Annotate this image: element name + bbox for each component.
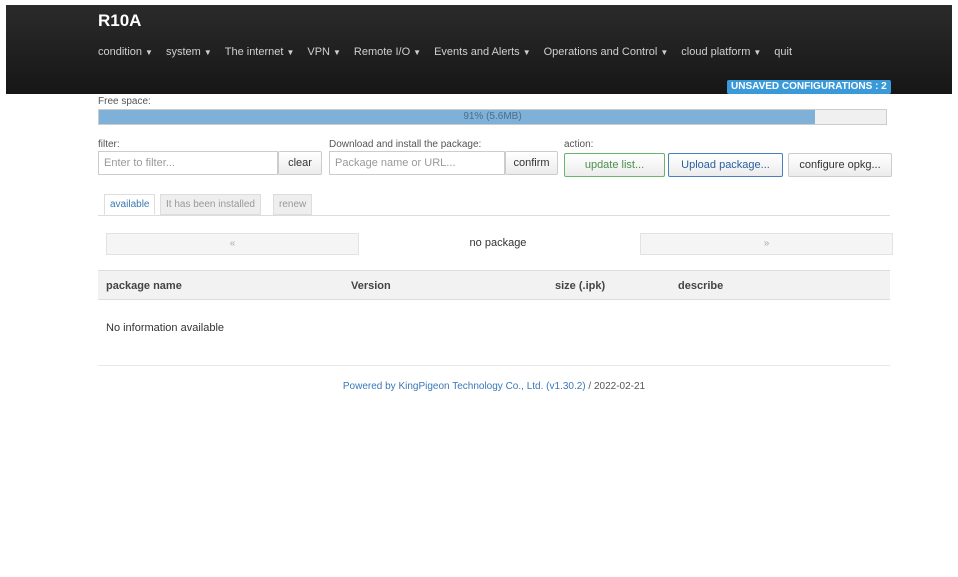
tab-installed[interactable]: It has been installed: [160, 194, 261, 215]
footer-powered-by-link[interactable]: Powered by KingPigeon Technology Co., Lt…: [343, 381, 586, 392]
tab-available[interactable]: available: [104, 194, 156, 215]
caret-down-icon: ▼: [522, 48, 531, 57]
footer-date: / 2022-02-21: [585, 381, 646, 392]
menu-item-condition[interactable]: condition ▼: [98, 46, 153, 58]
caret-down-icon: ▼: [660, 48, 669, 57]
menu-item-quit[interactable]: quit: [774, 46, 792, 58]
menu-item-events-alerts[interactable]: Events and Alerts ▼: [434, 46, 531, 58]
upload-package-button[interactable]: Upload package...: [668, 153, 783, 177]
install-package-label: Download and install the package:: [329, 139, 482, 150]
tab-renew[interactable]: renew: [273, 194, 313, 215]
update-list-button[interactable]: update list...: [564, 153, 665, 177]
pager-status: no package: [469, 237, 527, 249]
menu-item-system[interactable]: system ▼: [166, 46, 212, 58]
caret-down-icon: ▼: [753, 48, 762, 57]
confirm-install-button[interactable]: confirm: [505, 151, 558, 175]
filter-label: filter:: [98, 139, 120, 150]
free-space-progress-text: 91% (5.6MB): [463, 111, 522, 122]
package-url-input[interactable]: [329, 151, 505, 175]
package-table-header: package name Version size (.ipk) describ…: [98, 270, 890, 300]
menu-item-cloud-platform[interactable]: cloud platform ▼: [681, 46, 761, 58]
free-space-label: Free space:: [98, 96, 151, 107]
menu-item-remote-io[interactable]: Remote I/O ▼: [354, 46, 421, 58]
main-menu: condition ▼ system ▼ The internet ▼ VPN ▼ Re…: [98, 46, 805, 58]
pager-prev-button[interactable]: «: [106, 233, 359, 255]
filter-input[interactable]: [98, 151, 278, 175]
action-label: action:: [564, 139, 594, 150]
menu-item-vpn[interactable]: VPN ▼: [307, 46, 341, 58]
column-header-version: Version: [351, 280, 391, 292]
menu-item-internet[interactable]: The internet ▼: [225, 46, 295, 58]
free-space-progress: 91% (5.6MB): [98, 109, 887, 125]
clear-filter-button[interactable]: clear: [278, 151, 322, 175]
content-divider: [98, 365, 890, 366]
unsaved-configurations-badge[interactable]: UNSAVED CONFIGURATIONS : 2: [727, 80, 891, 94]
brand-title[interactable]: R10A: [98, 11, 141, 31]
column-header-size: size (.ipk): [555, 280, 606, 292]
column-header-describe: describe: [678, 280, 724, 292]
menu-item-operations-control[interactable]: Operations and Control ▼: [544, 46, 669, 58]
caret-down-icon: ▼: [332, 48, 341, 57]
pager-next-button[interactable]: »: [640, 233, 893, 255]
table-empty-message: No information available: [106, 322, 225, 334]
caret-down-icon: ▼: [286, 48, 295, 57]
caret-down-icon: ▼: [203, 48, 212, 57]
configure-opkg-button[interactable]: configure opkg...: [788, 153, 892, 177]
column-header-package-name: package name: [106, 280, 182, 292]
package-tabs: available It has been installed renew: [98, 194, 890, 216]
top-navbar: R10A condition ▼ system ▼ The internet ▼ VP…: [6, 5, 952, 94]
app-frame: R10A condition ▼ system ▼ The internet ▼ VP…: [6, 5, 952, 575]
caret-down-icon: ▼: [413, 48, 422, 57]
caret-down-icon: ▼: [145, 48, 153, 57]
footer: Powered by KingPigeon Technology Co., Lt…: [98, 381, 890, 392]
